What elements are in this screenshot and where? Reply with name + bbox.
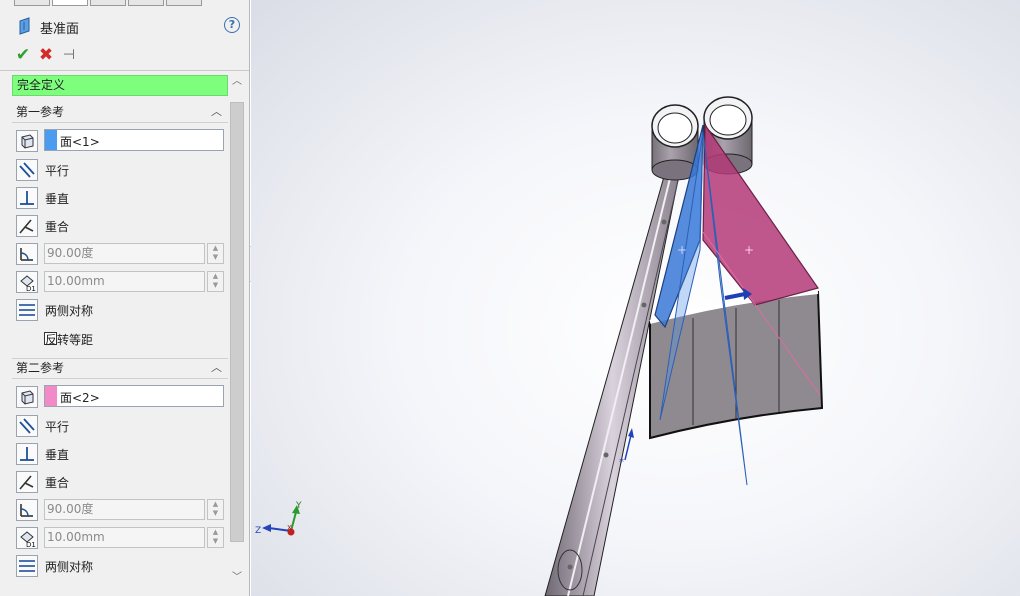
perpendicular-label: 垂直	[45, 192, 70, 206]
perpendicular-icon[interactable]	[16, 187, 38, 209]
first-reference-swatch	[45, 130, 57, 150]
panel-tabs	[0, 0, 249, 7]
face-selection-icon	[16, 386, 38, 408]
parallel-icon[interactable]	[16, 415, 38, 437]
panel-titlebar: 基准面 ?	[0, 8, 249, 42]
symmetric-label: 两侧对称	[45, 560, 94, 574]
flip-offset-label: 反转等距	[45, 333, 94, 347]
plane-icon	[19, 17, 30, 35]
svg-text:*: *	[619, 457, 624, 468]
first-reference-selection-row: 面<1>	[14, 129, 228, 153]
first-reference-title: 第一参考	[16, 105, 65, 119]
second-reference-field[interactable]: 面<2>	[44, 385, 224, 407]
distance-option: D1 10.00mm ▲ ▼	[14, 270, 228, 294]
divider	[0, 70, 249, 71]
panel-title: 基准面	[40, 22, 80, 37]
perpendicular-icon[interactable]	[16, 443, 38, 465]
symmetric-option[interactable]: 两侧对称	[14, 554, 228, 578]
svg-text:D1: D1	[26, 285, 36, 292]
offset-distance-icon[interactable]: D1	[16, 527, 38, 549]
face-selection-icon	[16, 130, 38, 152]
angle-option: 90.00度 ▲ ▼	[14, 498, 228, 522]
z-axis-label: Z	[255, 526, 261, 536]
distance-option: D1 10.00mm ▲ ▼	[14, 526, 228, 550]
angle-input[interactable]: 90.00度	[44, 243, 205, 264]
coincident-option[interactable]: 重合	[14, 470, 228, 494]
scroll-down-icon[interactable]: ﹀	[231, 572, 243, 584]
close-icon[interactable]: ✖	[37, 46, 55, 64]
mid-plane-icon[interactable]	[16, 555, 38, 577]
graphics-viewport[interactable]: + + * Y Z X	[251, 0, 1020, 596]
tab-configuration-manager[interactable]	[90, 0, 126, 6]
angle-input[interactable]: 90.00度	[44, 499, 205, 520]
first-reference-header[interactable]: 第一参考 ︿	[12, 102, 228, 122]
parallel-label: 平行	[45, 420, 70, 434]
second-reference-selection-row: 面<2>	[14, 385, 228, 409]
flip-offset-option[interactable]: 反转等距	[14, 327, 228, 351]
svg-text:D1: D1	[26, 541, 36, 548]
coincident-icon[interactable]	[16, 471, 38, 493]
first-reference-field[interactable]: 面<1>	[44, 129, 224, 151]
second-reference-value: 面<2>	[60, 391, 100, 405]
checkmark-icon[interactable]: ✔	[14, 46, 32, 64]
divider	[12, 122, 228, 123]
distance-spinner[interactable]: ▲ ▼	[207, 271, 224, 292]
angle-icon[interactable]	[16, 243, 38, 265]
perpendicular-option[interactable]: 垂直	[14, 186, 228, 210]
angle-icon[interactable]	[16, 499, 38, 521]
coordinate-triad: Y Z X	[255, 501, 302, 536]
tab-display-manager[interactable]	[166, 0, 202, 6]
x-axis-label: X	[287, 524, 292, 532]
coincident-label: 重合	[45, 220, 70, 234]
property-manager-panel: 基准面 ? ✔ ✖ ⊣ 完全定义 ︿ ﹀ 第一参考 ︿ 面<1> 平行 垂直 重…	[0, 0, 250, 596]
angle-option: 90.00度 ▲ ▼	[14, 242, 228, 266]
face-centre-marker: +	[744, 243, 754, 257]
distance-input[interactable]: 10.00mm	[44, 271, 205, 292]
first-reference-value: 面<1>	[60, 135, 100, 149]
divider	[12, 378, 228, 379]
distance-spinner[interactable]: ▲ ▼	[207, 527, 224, 548]
collapse-chevron-icon[interactable]: ︿	[211, 358, 222, 378]
offset-distance-icon[interactable]: D1	[16, 271, 38, 293]
panel-scrollbar[interactable]: ︿ ﹀	[229, 74, 245, 590]
status-message: 完全定义	[12, 75, 228, 96]
perpendicular-option[interactable]: 垂直	[14, 442, 228, 466]
parallel-option[interactable]: 平行	[14, 414, 228, 438]
symmetric-option[interactable]: 两侧对称	[14, 298, 228, 322]
perpendicular-label: 垂直	[45, 448, 70, 462]
y-axis-label: Y	[295, 501, 302, 511]
tab-property-manager[interactable]	[52, 0, 88, 6]
coincident-label: 重合	[45, 476, 70, 490]
parallel-label: 平行	[45, 164, 70, 178]
face-centre-marker: +	[677, 243, 687, 257]
parallel-option[interactable]: 平行	[14, 158, 228, 182]
model-view[interactable]: + + * Y Z X	[251, 0, 1020, 596]
coincident-icon[interactable]	[16, 215, 38, 237]
symmetric-label: 两侧对称	[45, 304, 94, 318]
parallel-icon[interactable]	[16, 159, 38, 181]
tab-feature-tree[interactable]	[14, 0, 50, 6]
scrollbar-thumb[interactable]	[230, 102, 244, 542]
pushpin-icon[interactable]: ⊣	[60, 46, 78, 64]
help-icon[interactable]: ?	[224, 17, 240, 33]
scroll-up-icon[interactable]: ︿	[231, 76, 243, 88]
mid-plane-icon[interactable]	[16, 299, 38, 321]
tab-dimxpert-manager[interactable]	[128, 0, 164, 6]
action-bar: ✔ ✖ ⊣	[0, 44, 249, 68]
second-reference-swatch	[45, 386, 57, 406]
coincident-option[interactable]: 重合	[14, 214, 228, 238]
angle-spinner[interactable]: ▲ ▼	[207, 243, 224, 264]
collapse-chevron-icon[interactable]: ︿	[211, 102, 222, 122]
second-reference-title: 第二参考	[16, 361, 65, 375]
second-reference-header[interactable]: 第二参考 ︿	[12, 358, 228, 378]
distance-input[interactable]: 10.00mm	[44, 527, 205, 548]
angle-spinner[interactable]: ▲ ▼	[207, 499, 224, 520]
